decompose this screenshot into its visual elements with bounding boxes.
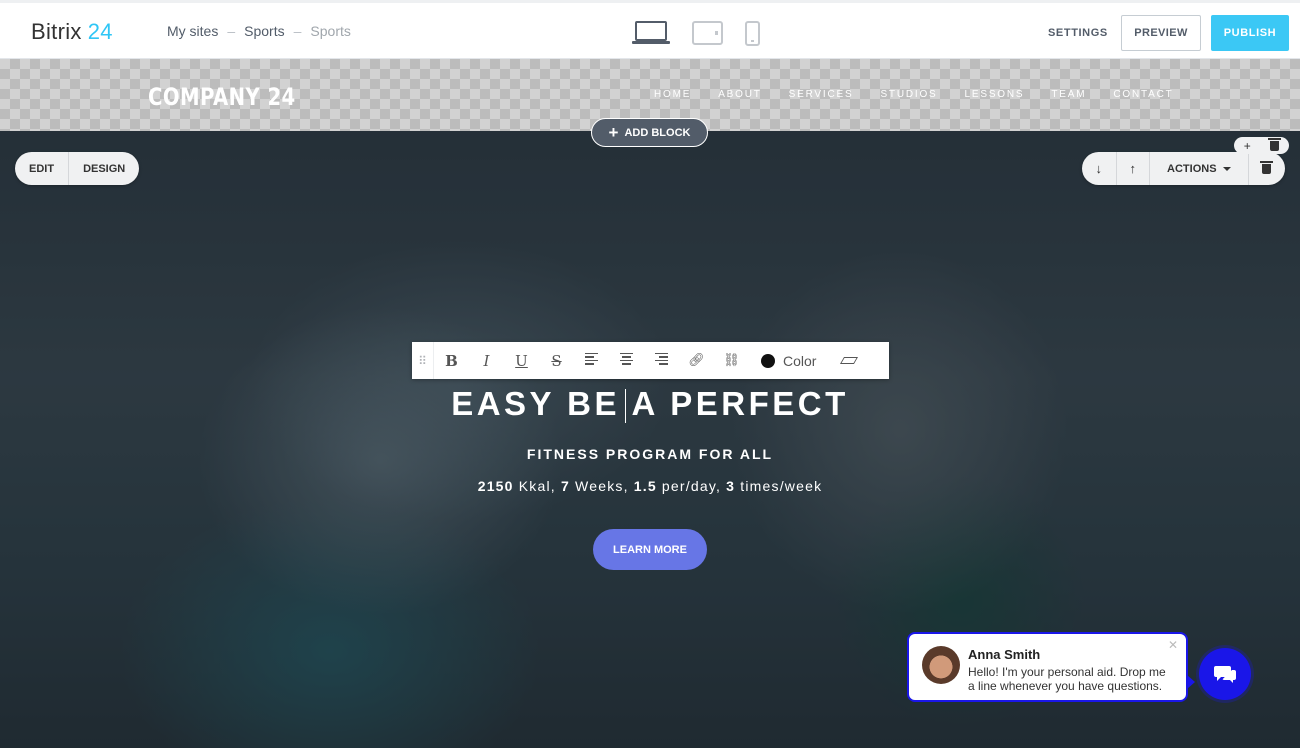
hero-subheading[interactable]: FITNESS PROGRAM FOR ALL — [0, 446, 1300, 462]
add-block-label: ADD BLOCK — [624, 126, 691, 139]
text-format-toolbar: ⠿ B I U S 🔗︎ ⛓︎ Color — [412, 342, 889, 379]
block-actions-controls: ↓ ↑ ACTIONS — [1082, 152, 1285, 185]
editor-topbar: Bitrix 24 My sites – Sports – Sports SETT… — [0, 0, 1300, 59]
move-up-icon[interactable]: ↑ — [1115, 152, 1150, 185]
actions-dropdown[interactable]: ACTIONS — [1149, 152, 1248, 185]
delete-block-button[interactable] — [1247, 152, 1285, 185]
actions-label: ACTIONS — [1167, 162, 1217, 175]
chat-message: Hello! I'm your personal aid. Drop me a … — [968, 665, 1166, 693]
nav-lessons[interactable]: LESSONS — [965, 89, 1025, 100]
hero-stats[interactable]: 2150 Kkal, 7 Weeks, 1.5 per/day, 3 times… — [0, 478, 1300, 494]
align-center-icon[interactable] — [609, 351, 644, 371]
color-picker[interactable]: Color — [761, 353, 816, 369]
breadcrumb-separator: – — [293, 23, 302, 39]
company-logo[interactable]: COMPANY 24 — [148, 83, 296, 111]
breadcrumb-separator: – — [227, 23, 236, 39]
stat-unit: times/week — [735, 478, 823, 494]
headline-part-1: EASY BE — [451, 385, 620, 422]
trash-icon[interactable] — [1268, 137, 1282, 151]
bitrix-logo[interactable]: Bitrix 24 — [31, 19, 113, 45]
nav-home[interactable]: HOME — [654, 89, 691, 100]
move-down-icon[interactable]: ↓ — [1082, 152, 1116, 185]
laptop-icon[interactable] — [632, 19, 670, 46]
phone-icon[interactable] — [745, 21, 760, 46]
breadcrumb-site[interactable]: Sports — [244, 23, 284, 39]
underline-icon[interactable]: U — [504, 352, 539, 370]
nav-team[interactable]: TEAM — [1051, 89, 1086, 100]
align-left-icon[interactable] — [574, 351, 609, 371]
color-swatch-icon — [761, 353, 775, 368]
chat-bubble-icon — [1214, 666, 1236, 683]
learn-more-button[interactable]: LEARN MORE — [593, 529, 707, 570]
breadcrumb-my-sites[interactable]: My sites — [167, 23, 218, 39]
hero-headline[interactable]: EASY BE A PERFECT — [0, 385, 1300, 424]
breadcrumb: My sites – Sports – Sports — [167, 23, 351, 39]
chat-open-button[interactable] — [1199, 648, 1251, 700]
settings-button[interactable]: SETTINGS — [1048, 27, 1108, 39]
align-right-icon[interactable] — [644, 351, 679, 371]
eraser-icon[interactable] — [840, 357, 859, 364]
nav-services[interactable]: SERVICES — [789, 89, 854, 100]
link-icon[interactable]: 🔗︎ — [679, 353, 714, 368]
preview-button[interactable]: PREVIEW — [1121, 15, 1201, 51]
italic-icon[interactable]: I — [469, 352, 504, 370]
drag-handle-icon[interactable]: ⠿ — [412, 342, 434, 379]
bold-icon[interactable]: B — [434, 352, 469, 370]
close-icon[interactable]: ✕ — [1168, 638, 1178, 652]
stat-unit: per/day, — [656, 478, 727, 494]
stat-value: 7 — [560, 478, 570, 494]
avatar — [922, 646, 960, 684]
edit-button[interactable]: EDIT — [15, 152, 68, 185]
nav-about[interactable]: ABOUT — [718, 89, 761, 100]
chat-popup[interactable]: Anna Smith Hello! I'm your personal aid.… — [907, 632, 1195, 702]
block-mini-tools: + — [1234, 137, 1289, 154]
brand-number: 24 — [87, 19, 113, 44]
plus-icon[interactable]: + — [1244, 139, 1251, 153]
add-block-button[interactable]: + ADD BLOCK — [591, 118, 708, 147]
nav-studios[interactable]: STUDIOS — [880, 89, 937, 100]
design-button[interactable]: DESIGN — [68, 152, 139, 185]
plus-icon: + — [608, 123, 619, 142]
device-switcher — [632, 19, 760, 46]
headline-part-2: A PERFECT — [631, 385, 849, 422]
nav-contact[interactable]: CONTACT — [1113, 89, 1173, 100]
block-edit-controls: EDIT DESIGN — [15, 152, 140, 185]
color-label: Color — [783, 352, 817, 369]
trash-icon — [1260, 160, 1274, 174]
strikethrough-icon[interactable]: S — [539, 352, 574, 370]
stat-unit: Weeks, — [569, 478, 634, 494]
site-nav: HOME ABOUT SERVICES STUDIOS LESSONS TEAM… — [654, 89, 1201, 100]
stat-value: 3 — [726, 478, 736, 494]
stat-unit: Kkal, — [513, 478, 561, 494]
unlink-icon[interactable]: ⛓︎ — [714, 353, 749, 368]
tablet-icon[interactable] — [692, 21, 723, 45]
text-cursor — [624, 389, 627, 424]
publish-button[interactable]: PUBLISH — [1211, 15, 1289, 51]
brand-name: Bitrix — [31, 19, 82, 44]
breadcrumb-page: Sports — [310, 23, 351, 39]
caret-down-icon — [1222, 166, 1231, 171]
stat-value: 2150 — [477, 478, 514, 494]
chat-agent-name: Anna Smith — [968, 647, 1041, 662]
stat-value: 1.5 — [633, 478, 657, 494]
